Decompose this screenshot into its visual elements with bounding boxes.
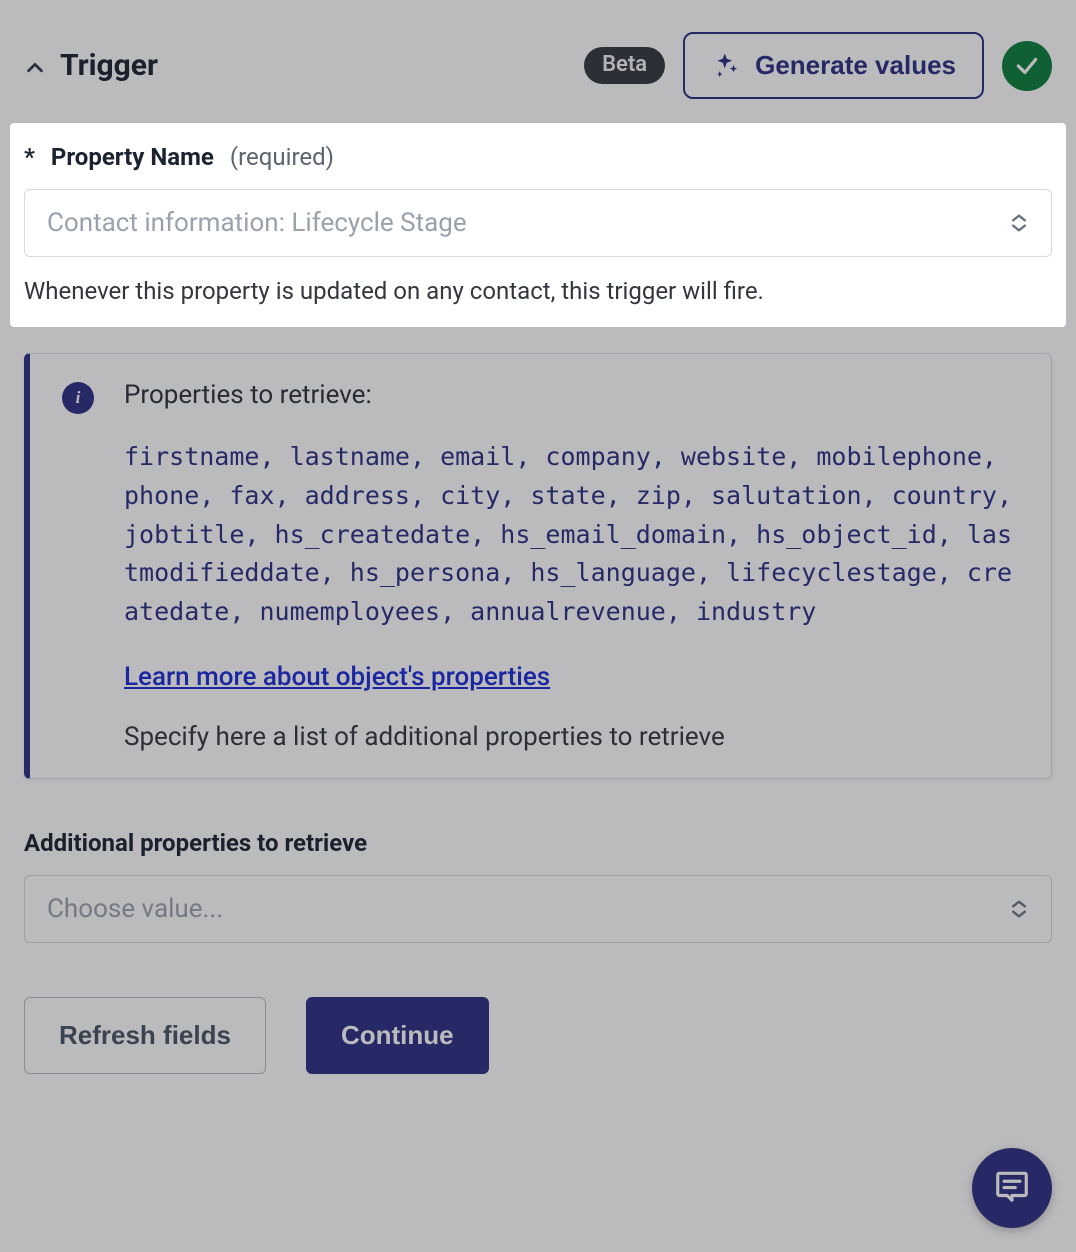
additional-properties-section: Additional properties to retrieve Choose… — [24, 829, 1052, 943]
section-title: Trigger — [60, 48, 158, 83]
generate-values-button[interactable]: Generate values — [683, 32, 984, 99]
field-label: Property Name — [51, 143, 214, 171]
additional-properties-label: Additional properties to retrieve — [24, 829, 1052, 857]
sort-caret-icon — [1008, 207, 1030, 239]
generate-values-label: Generate values — [755, 50, 956, 81]
required-hint: (required) — [230, 143, 334, 171]
status-check-icon — [1002, 41, 1052, 91]
required-asterisk: * — [24, 143, 35, 171]
field-help-text: Whenever this property is updated on any… — [24, 277, 1052, 305]
sparkle-icon — [711, 51, 741, 81]
properties-list: firstname, lastname, email, company, web… — [124, 438, 1019, 632]
refresh-fields-button[interactable]: Refresh fields — [24, 997, 266, 1074]
beta-badge: Beta — [584, 47, 665, 83]
property-name-select[interactable]: Contact information: Lifecycle Stage — [24, 189, 1052, 257]
sort-caret-icon — [1008, 893, 1030, 925]
chat-icon — [993, 1167, 1031, 1209]
info-icon: i — [62, 382, 94, 414]
additional-properties-select[interactable]: Choose value... — [24, 875, 1052, 943]
chat-fab[interactable] — [972, 1148, 1052, 1228]
continue-button[interactable]: Continue — [306, 997, 489, 1074]
chevron-up-icon[interactable] — [24, 57, 42, 75]
info-subtitle: Specify here a list of additional proper… — [124, 722, 1019, 752]
trigger-header: Trigger Beta Generate values — [0, 0, 1076, 123]
learn-more-link[interactable]: Learn more about object's properties — [124, 662, 550, 692]
action-buttons: Refresh fields Continue — [24, 997, 1052, 1074]
properties-info-card: i Properties to retrieve: firstname, las… — [24, 353, 1052, 779]
info-title: Properties to retrieve: — [124, 380, 1019, 410]
property-name-panel: * Property Name (required) Contact infor… — [10, 123, 1066, 327]
